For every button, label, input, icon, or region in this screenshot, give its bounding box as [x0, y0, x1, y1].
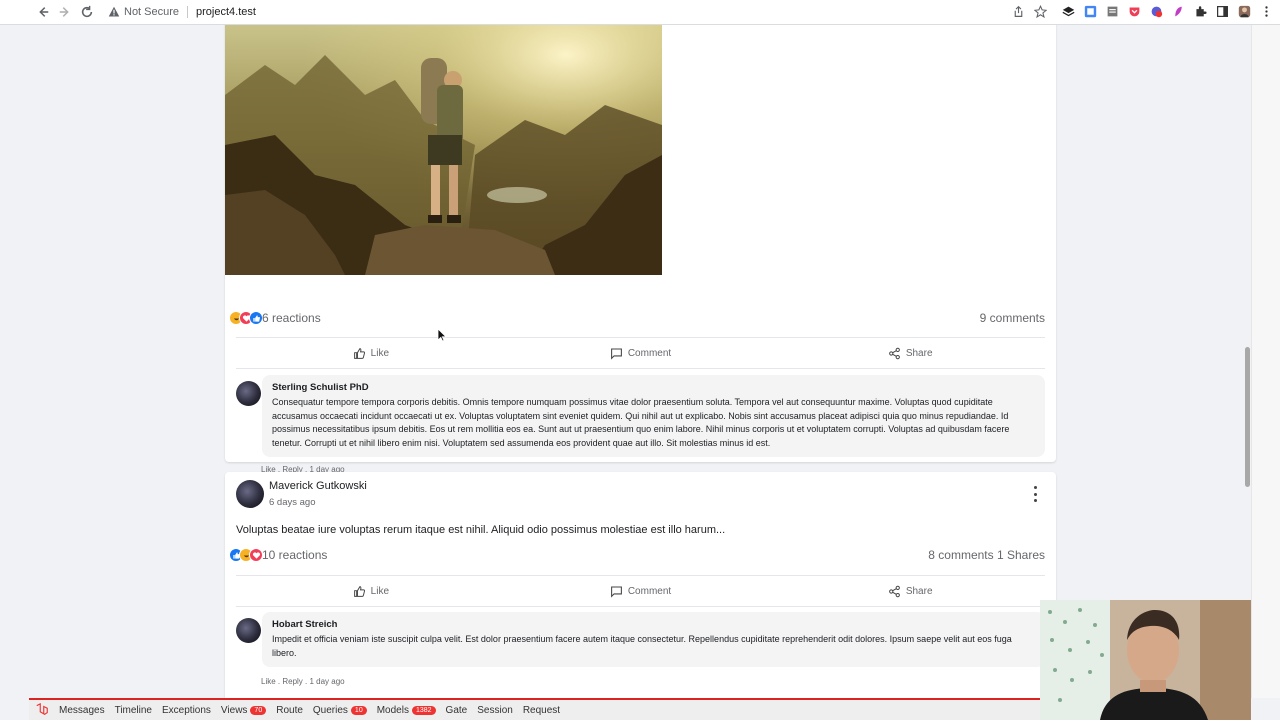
avatar[interactable]	[236, 618, 261, 643]
thumbs-up-icon	[353, 585, 365, 597]
url-text: project4.test	[196, 6, 256, 18]
comment-author[interactable]: Hobart Streich	[272, 619, 1035, 630]
browser-toolbar: Not Secure project4.test	[0, 0, 1280, 25]
thumbs-up-icon	[353, 347, 365, 359]
debug-tab-views[interactable]: Views 70	[221, 705, 267, 716]
like-button[interactable]: Like	[236, 576, 506, 606]
post-card: Maverick Gutkowski 6 days ago Voluptas b…	[225, 472, 1056, 698]
browser-menu-icon[interactable]	[1258, 3, 1274, 19]
debug-tab-exceptions[interactable]: Exceptions	[162, 705, 211, 716]
like-button[interactable]: Like	[236, 338, 506, 368]
comments-shares-count[interactable]: 8 comments 1 Shares	[928, 548, 1045, 562]
post-actions: Like Comment Share	[236, 337, 1045, 369]
comment-text: Impedit et officia veniam iste suscipit …	[272, 634, 1012, 658]
share-label: Share	[905, 347, 933, 359]
like-label: Like	[370, 347, 390, 359]
debug-tab-queries[interactable]: Queries 10	[313, 705, 367, 716]
layers-extension-icon[interactable]	[1060, 3, 1076, 19]
avatar[interactable]	[236, 381, 261, 406]
debug-tab-session[interactable]: Session	[477, 705, 513, 716]
feed-page: 6 reactions 9 comments Like Comment Shar…	[29, 25, 1251, 698]
comment-text: Consequatur tempore tempora corporis deb…	[272, 397, 1010, 448]
comment-author[interactable]: Sterling Schulist PhD	[272, 382, 1035, 393]
warning-icon	[108, 6, 120, 17]
address-bar[interactable]: Not Secure project4.test	[104, 2, 256, 22]
share-button[interactable]: Share	[775, 576, 1045, 606]
debug-tab-messages[interactable]: Messages	[59, 705, 105, 716]
like-label: Like	[370, 585, 390, 597]
feather-extension-icon[interactable]	[1170, 3, 1186, 19]
reaction-icons	[229, 548, 263, 562]
comment-bubble: Sterling Schulist PhD Consequatur tempor…	[262, 375, 1045, 458]
debug-tab-gate[interactable]: Gate	[446, 705, 468, 716]
debug-tab-request[interactable]: Request	[523, 705, 560, 716]
colorful-extension-icon[interactable]	[1148, 3, 1164, 19]
laravel-logo-icon[interactable]	[33, 701, 51, 719]
share-icon	[888, 347, 900, 359]
divider	[187, 6, 189, 18]
pocket-extension-icon[interactable]	[1126, 3, 1142, 19]
notes-extension-icon[interactable]	[1104, 3, 1120, 19]
forward-icon[interactable]	[54, 1, 76, 23]
mouse-cursor-icon	[437, 328, 447, 342]
like-reaction-icon	[249, 311, 263, 325]
translate-extension-icon[interactable]	[1082, 3, 1098, 19]
debug-tab-timeline[interactable]: Timeline	[115, 705, 152, 716]
count-badge: 70	[250, 705, 267, 715]
post-body: Voluptas beatae iure voluptas rerum itaq…	[236, 524, 726, 536]
comment-label: Comment	[627, 585, 672, 597]
comment-meta[interactable]: Like . Reply . 1 day ago	[261, 677, 345, 686]
post-timestamp[interactable]: 6 days ago	[269, 497, 315, 508]
scrollbar-thumb[interactable]	[1245, 347, 1250, 487]
comment-button[interactable]: Comment	[506, 338, 776, 368]
side-panel-icon[interactable]	[1214, 3, 1230, 19]
reactions-summary[interactable]: 10 reactions	[229, 548, 327, 562]
avatar[interactable]	[236, 480, 264, 508]
share-label: Share	[905, 585, 933, 597]
post-actions: Like Comment Share	[236, 575, 1045, 607]
reactions-count: 6 reactions	[262, 311, 321, 325]
webcam-overlay	[1040, 600, 1251, 720]
reactions-count: 10 reactions	[262, 548, 328, 562]
back-icon[interactable]	[32, 1, 54, 23]
hiker-mountain-photo	[225, 25, 662, 275]
reaction-icons	[229, 311, 263, 325]
reload-icon[interactable]	[76, 1, 98, 23]
post-card: 6 reactions 9 comments Like Comment Shar…	[225, 25, 1056, 474]
security-label: Not Secure	[124, 6, 180, 18]
browser-actions	[1010, 3, 1274, 19]
debug-tab-route[interactable]: Route	[276, 705, 303, 716]
comment-button[interactable]: Comment	[506, 576, 776, 606]
bookmark-star-icon[interactable]	[1032, 3, 1048, 19]
page-scrollbar[interactable]	[1251, 25, 1280, 698]
post-image[interactable]	[225, 25, 662, 275]
comment-icon	[610, 586, 622, 598]
reactions-summary[interactable]: 6 reactions	[229, 311, 321, 325]
share-button[interactable]: Share	[775, 338, 1045, 368]
comment-icon	[610, 348, 622, 360]
profile-avatar-icon[interactable]	[1236, 3, 1252, 19]
love-reaction-icon	[249, 548, 263, 562]
comments-count[interactable]: 9 comments	[980, 311, 1045, 325]
post-author[interactable]: Maverick Gutkowski	[269, 480, 367, 492]
count-badge: 1382	[411, 705, 436, 715]
count-badge: 10	[350, 705, 367, 715]
debug-tab-models[interactable]: Models 1382	[377, 705, 436, 716]
share-page-icon[interactable]	[1010, 3, 1026, 19]
share-icon	[888, 585, 900, 597]
post-options-icon[interactable]	[1030, 486, 1040, 502]
comment-bubble: Hobart Streich Impedit et officia veniam…	[262, 612, 1045, 668]
comment-label: Comment	[627, 347, 672, 359]
extensions-puzzle-icon[interactable]	[1192, 3, 1208, 19]
